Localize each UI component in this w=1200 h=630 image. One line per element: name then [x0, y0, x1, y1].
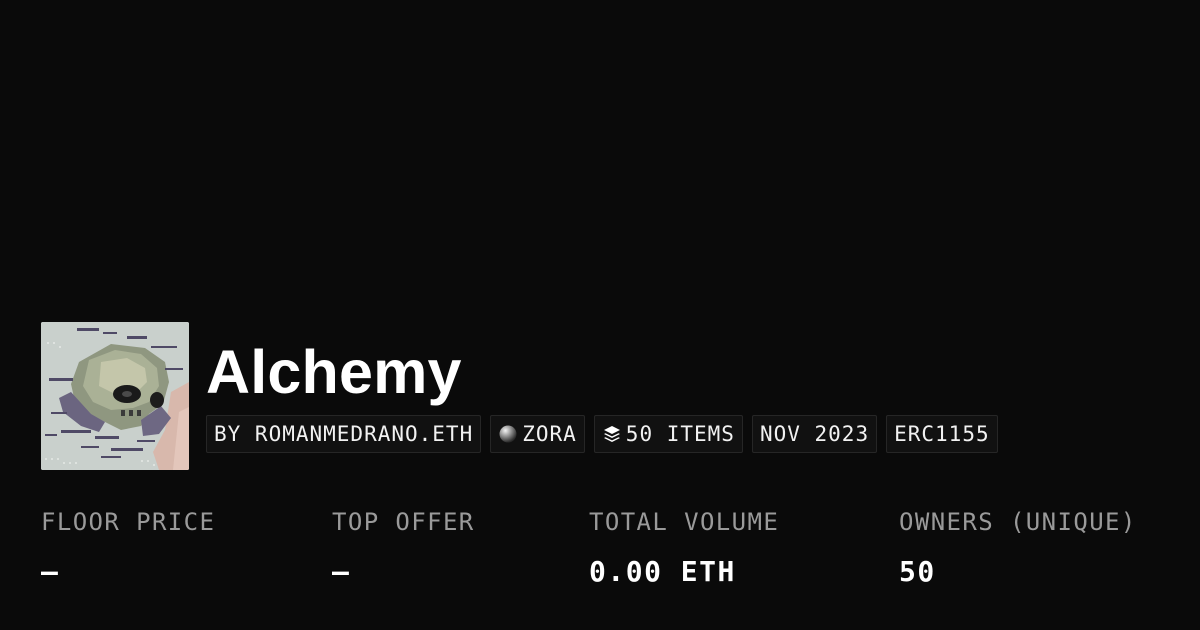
floor-price-label: FLOOR PRICE: [41, 508, 216, 536]
owners-stat: OWNERS (UNIQUE) 50: [899, 505, 1137, 589]
floor-price-stat: FLOOR PRICE –: [41, 505, 215, 589]
date-chip-label: NOV 2023: [759, 422, 870, 446]
owners-value: 50: [899, 555, 936, 588]
top-offer-label: TOP OFFER: [332, 508, 475, 536]
floor-price-value: –: [41, 555, 60, 588]
owners-label: OWNERS (UNIQUE): [899, 508, 1137, 536]
collection-title: Alchemy: [206, 338, 462, 406]
standard-chip: ERC1155: [886, 415, 998, 453]
skull-artwork-image: [41, 322, 189, 470]
zora-orb-icon: [498, 424, 518, 444]
chain-chip[interactable]: ZORA: [490, 415, 585, 453]
items-chip-label: 50 ITEMS: [625, 422, 735, 446]
total-volume-stat: TOTAL VOLUME 0.00 ETH: [589, 505, 779, 589]
chain-chip-label: ZORA: [522, 422, 577, 446]
total-volume-label: TOTAL VOLUME: [589, 508, 780, 536]
top-offer-value: –: [332, 555, 351, 588]
collection-thumbnail: [41, 322, 189, 470]
date-chip: NOV 2023: [751, 415, 878, 453]
collection-meta-chips: BY ROMANMEDRANO.ETH ZORA 50 ITEMS NOV 20…: [206, 415, 998, 453]
top-offer-stat: TOP OFFER –: [332, 505, 475, 589]
items-chip[interactable]: 50 ITEMS: [593, 415, 743, 453]
total-volume-value: 0.00 ETH: [589, 555, 736, 588]
creator-chip-label: BY ROMANMEDRANO.ETH: [214, 422, 474, 446]
og-card: Alchemy BY ROMANMEDRANO.ETH ZORA 50 ITEM…: [0, 0, 1200, 630]
layers-icon: [602, 424, 622, 444]
standard-chip-label: ERC1155: [894, 422, 990, 446]
creator-chip[interactable]: BY ROMANMEDRANO.ETH: [206, 415, 482, 453]
